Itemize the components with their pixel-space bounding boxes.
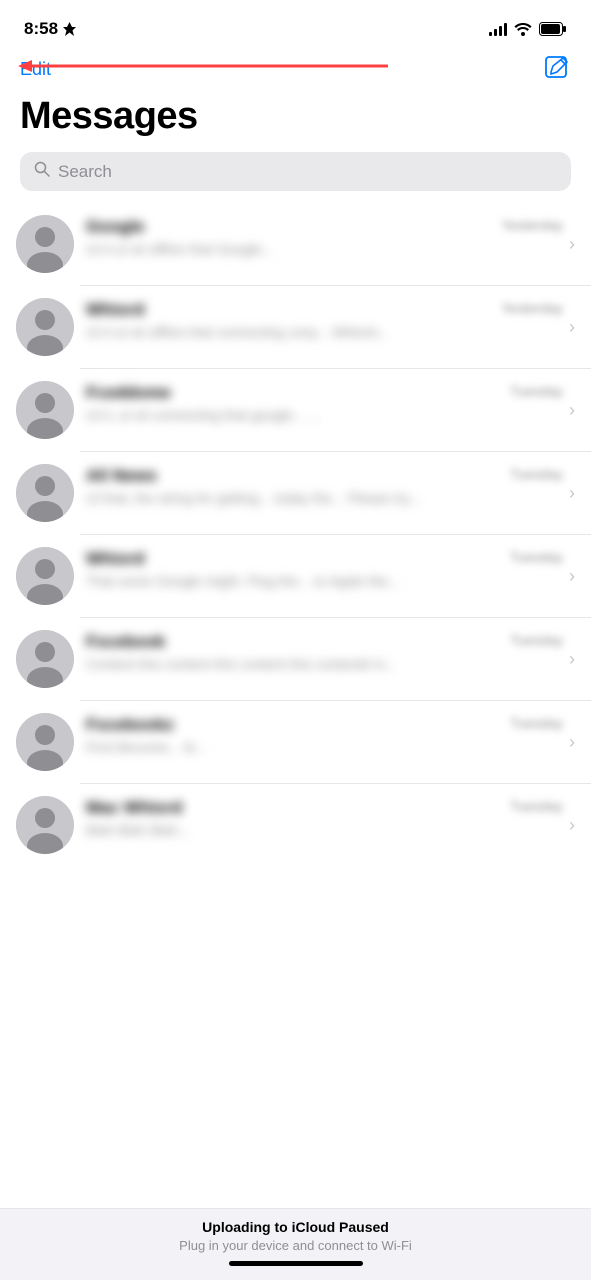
page-title: Messages [0, 91, 591, 148]
time-display: 8:58 [24, 19, 58, 39]
message-header: Fxcebook Tuesday [86, 632, 563, 652]
message-preview: Ut it, ut sit connecting that google... … [86, 406, 563, 426]
message-content: Mac Whtxrd Tuesday Blah Blah Blah... [86, 796, 563, 841]
chevron-right-icon: › [569, 234, 575, 255]
message-header: Google Yesterday [86, 217, 563, 237]
message-preview: Blah Blah Blah... [86, 821, 563, 841]
nav-bar: Edit [0, 50, 591, 91]
message-preview: First Become... le... [86, 738, 563, 758]
message-header: Fxcebookz Tuesday [86, 715, 563, 735]
list-item[interactable]: Whtxrd Yesterday Ut it ut sit offline th… [0, 286, 591, 368]
contact-name: Fceddome [86, 383, 502, 403]
avatar [16, 630, 74, 688]
message-preview: Ut it ut sit offline that Google... [86, 240, 563, 260]
search-placeholder: Search [58, 162, 112, 182]
message-content: Whtxrd Yesterday Ut it ut sit offline th… [86, 298, 563, 343]
list-item[interactable]: Google Yesterday Ut it ut sit offline th… [0, 203, 591, 285]
list-item[interactable]: Fceddome Tuesday Ut it, ut sit connectin… [0, 369, 591, 451]
avatar [16, 298, 74, 356]
banner-title: Uploading to iCloud Paused [20, 1219, 571, 1235]
message-content: All News Tuesday Ut that, the string for… [86, 464, 563, 509]
chevron-right-icon: › [569, 317, 575, 338]
list-item[interactable]: Fxcebook Tuesday Content this content th… [0, 618, 591, 700]
contact-name: Whtxrd [86, 300, 493, 320]
compose-icon [543, 54, 571, 82]
status-time: 8:58 [24, 19, 76, 39]
message-content: Google Yesterday Ut it ut sit offline th… [86, 215, 563, 260]
contact-name: Google [86, 217, 493, 237]
message-time: Yesterday [501, 217, 563, 233]
message-content: Whtxrd Tuesday That some Google might. P… [86, 547, 563, 592]
message-header: Whtxrd Tuesday [86, 549, 563, 569]
search-bar[interactable]: Search [20, 152, 571, 191]
search-container: Search [0, 148, 591, 203]
message-content: Fxcebook Tuesday Content this content th… [86, 630, 563, 675]
message-header: All News Tuesday [86, 466, 563, 486]
chevron-right-icon: › [569, 815, 575, 836]
list-item[interactable]: All News Tuesday Ut that, the string for… [0, 452, 591, 534]
contact-name: All News [86, 466, 502, 486]
compose-button[interactable] [543, 54, 571, 85]
contact-name: Fxcebook [86, 632, 502, 652]
message-time: Tuesday [510, 632, 563, 648]
chevron-right-icon: › [569, 732, 575, 753]
avatar [16, 215, 74, 273]
message-list: Google Yesterday Ut it ut sit offline th… [0, 203, 591, 866]
edit-button[interactable]: Edit [20, 59, 51, 80]
list-item[interactable]: Whtxrd Tuesday That some Google might. P… [0, 535, 591, 617]
home-indicator [229, 1261, 363, 1266]
chevron-right-icon: › [569, 483, 575, 504]
contact-name: Mac Whtxrd [86, 798, 502, 818]
chevron-right-icon: › [569, 649, 575, 670]
message-time: Tuesday [510, 549, 563, 565]
signal-icon [489, 22, 507, 36]
message-header: Fceddome Tuesday [86, 383, 563, 403]
status-bar: 8:58 [0, 0, 591, 50]
message-preview: Ut that, the string for getting... today… [86, 489, 563, 509]
bottom-banner: Uploading to iCloud Paused Plug in your … [0, 1208, 591, 1280]
avatar [16, 464, 74, 522]
battery-icon [539, 22, 567, 36]
message-time: Tuesday [510, 383, 563, 399]
avatar [16, 796, 74, 854]
contact-name: Whtxrd [86, 549, 502, 569]
avatar [16, 547, 74, 605]
message-time: Yesterday [501, 300, 563, 316]
location-icon [63, 22, 76, 36]
avatar [16, 713, 74, 771]
chevron-right-icon: › [569, 400, 575, 421]
message-time: Tuesday [510, 715, 563, 731]
message-header: Whtxrd Yesterday [86, 300, 563, 320]
message-header: Mac Whtxrd Tuesday [86, 798, 563, 818]
message-preview: Ut it ut sit offline that connecting con… [86, 323, 563, 343]
wifi-icon [514, 22, 532, 36]
message-preview: That some Google might. Plug the... to A… [86, 572, 563, 592]
banner-subtitle: Plug in your device and connect to Wi-Fi [20, 1238, 571, 1253]
avatar [16, 381, 74, 439]
message-time: Tuesday [510, 466, 563, 482]
search-icon [34, 161, 50, 182]
message-content: Fxcebookz Tuesday First Become... le... [86, 713, 563, 758]
message-time: Tuesday [510, 798, 563, 814]
message-preview: Content this content this content this c… [86, 655, 563, 675]
contact-name: Fxcebookz [86, 715, 502, 735]
chevron-right-icon: › [569, 566, 575, 587]
list-item[interactable]: Mac Whtxrd Tuesday Blah Blah Blah... › [0, 784, 591, 866]
message-content: Fceddome Tuesday Ut it, ut sit connectin… [86, 381, 563, 426]
status-icons [489, 22, 567, 36]
list-item[interactable]: Fxcebookz Tuesday First Become... le... … [0, 701, 591, 783]
